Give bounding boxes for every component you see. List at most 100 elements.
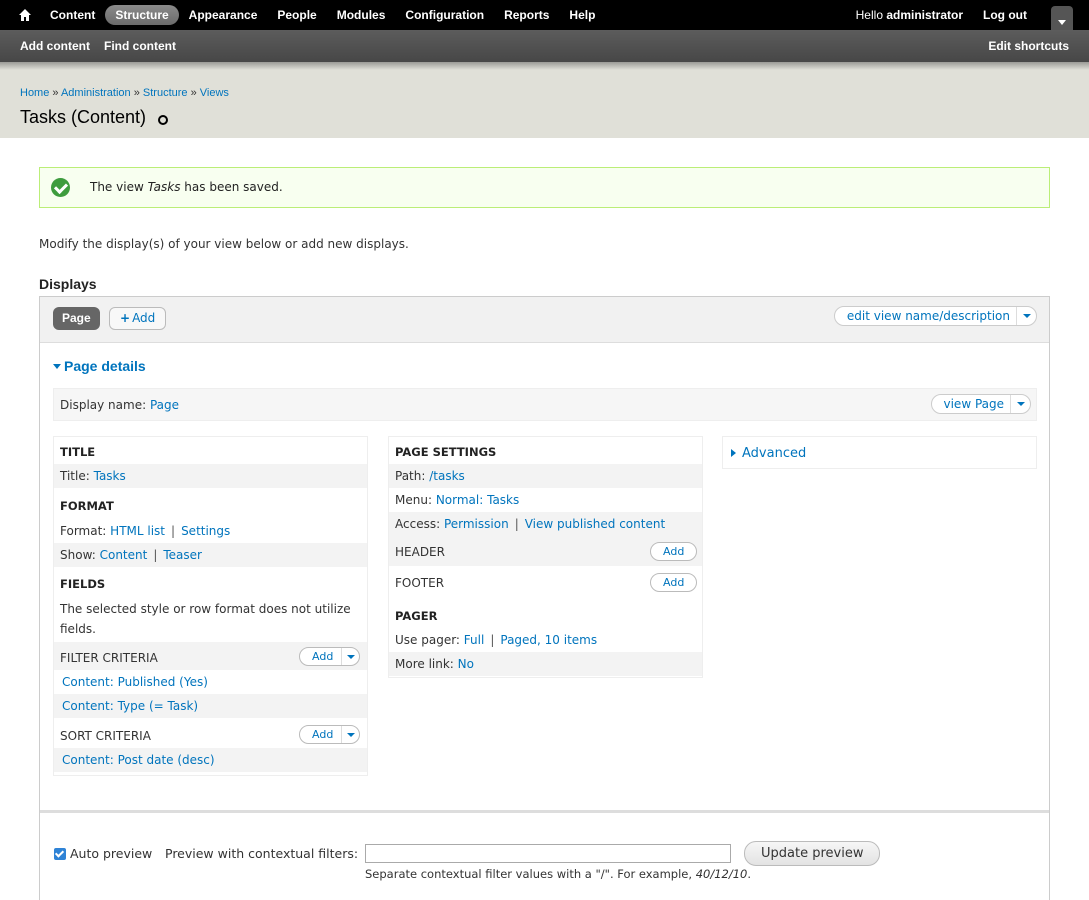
header-add-button[interactable]: Add xyxy=(650,542,698,561)
breadcrumb-structure[interactable]: Structure xyxy=(143,87,188,99)
show-label: Show: xyxy=(60,548,96,562)
toolbar-item-help[interactable]: Help xyxy=(559,5,605,25)
toolbar-item-modules[interactable]: Modules xyxy=(327,5,396,25)
show-teaser-link[interactable]: Teaser xyxy=(163,548,202,562)
show-row: Show: Content | Teaser xyxy=(54,543,367,567)
contextual-filters-description: Separate contextual filter values with a… xyxy=(365,867,751,881)
column-third: Advanced xyxy=(722,436,1037,469)
sort-heading: SORT CRITERIA xyxy=(60,729,151,743)
pager-row: Use pager: Full | Paged, 10 items xyxy=(389,628,702,652)
header-heading: HEADER xyxy=(395,545,445,559)
shortcut-add-content[interactable]: Add content xyxy=(20,39,90,53)
breadcrumb-views[interactable]: Views xyxy=(200,87,229,99)
sort-post-date-link[interactable]: Content: Post date (desc) xyxy=(62,753,215,767)
access-value-link[interactable]: Permission xyxy=(444,517,509,531)
triangle-right-icon xyxy=(731,449,736,457)
toolbar-item-appearance[interactable]: Appearance xyxy=(179,5,268,25)
displays-heading: Displays xyxy=(39,276,97,292)
checkbox-checked-icon[interactable] xyxy=(54,848,66,860)
toolbar-item-content[interactable]: Content xyxy=(40,5,105,25)
breadcrumb: Home » Administration » Structure » View… xyxy=(20,87,229,99)
view-page-label: view Page xyxy=(943,397,1005,411)
path-value-link[interactable]: /tasks xyxy=(429,469,465,483)
pager-value-link[interactable]: Full xyxy=(464,633,485,647)
caret-down-icon[interactable] xyxy=(341,726,359,743)
caret-down-icon[interactable] xyxy=(341,648,359,665)
advanced-label: Advanced xyxy=(742,446,807,461)
format-label: Format: xyxy=(60,524,107,538)
format-value-link[interactable]: HTML list xyxy=(110,524,165,538)
page-details-toggle[interactable]: Page details xyxy=(53,358,146,374)
title-value-link[interactable]: Tasks xyxy=(94,469,126,483)
home-icon[interactable] xyxy=(18,8,32,22)
hello-prefix: Hello xyxy=(855,8,887,22)
page-details-label: Page details xyxy=(64,358,146,374)
toolbar-item-configuration[interactable]: Configuration xyxy=(395,5,494,25)
advanced-toggle[interactable]: Advanced xyxy=(731,446,806,461)
toolbar-item-structure[interactable]: Structure xyxy=(105,5,179,25)
contextual-filters-input[interactable] xyxy=(365,844,731,863)
status-suffix: has been saved. xyxy=(180,180,283,194)
access-permission-link[interactable]: View published content xyxy=(525,517,665,531)
filter-add-button[interactable]: Add xyxy=(299,647,361,666)
edit-view-name-button[interactable]: edit view name/description xyxy=(833,306,1037,326)
display-tabs-bar: Page + Add edit view name/description xyxy=(40,297,1049,343)
filter-published-link[interactable]: Content: Published (Yes) xyxy=(62,675,208,689)
breadcrumb-home[interactable]: Home xyxy=(20,87,49,99)
menu-value-link[interactable]: Normal: Tasks xyxy=(436,493,519,507)
add-shortcut-icon[interactable] xyxy=(158,114,169,125)
title-row: Title: Tasks xyxy=(54,464,367,488)
auto-preview-label[interactable]: Auto preview xyxy=(70,846,152,861)
admin-toolbar: Content Structure Appearance People Modu… xyxy=(0,0,1089,32)
toolbar-user: Hello administrator Log out xyxy=(856,0,1073,32)
filter-add-label: Add xyxy=(312,650,334,663)
toolbar-item-reports[interactable]: Reports xyxy=(494,5,559,25)
display-name-link[interactable]: Page xyxy=(150,398,179,412)
ctx-desc-prefix: Separate contextual filter values with a… xyxy=(365,867,696,881)
breadcrumb-administration[interactable]: Administration xyxy=(61,87,131,99)
fields-note: The selected style or row format does no… xyxy=(54,599,367,639)
filter-item: Content: Published (Yes) xyxy=(54,670,367,694)
pager-items-link[interactable]: Paged, 10 items xyxy=(500,633,597,647)
sort-add-label: Add xyxy=(312,728,334,741)
separator: | xyxy=(153,548,158,562)
separator: | xyxy=(171,524,176,538)
breadcrumb-sep: » xyxy=(187,87,200,99)
separator: | xyxy=(514,517,519,531)
page-header: Home » Administration » Structure » View… xyxy=(0,70,1089,138)
toolbar-item-people[interactable]: People xyxy=(267,5,326,25)
display-name-label: Display name: xyxy=(60,398,147,412)
add-display-button[interactable]: + Add xyxy=(109,307,167,330)
update-preview-button[interactable]: Update preview xyxy=(744,841,881,866)
separator: | xyxy=(490,633,495,647)
edit-shortcuts-link[interactable]: Edit shortcuts xyxy=(988,39,1069,53)
sort-add-button[interactable]: Add xyxy=(299,725,361,744)
caret-down-icon[interactable] xyxy=(1016,307,1036,325)
display-box: Page + Add edit view name/description Pag… xyxy=(39,296,1050,900)
breadcrumb-sep: » xyxy=(130,87,143,99)
more-link-value[interactable]: No xyxy=(458,657,474,671)
status-text: The view Tasks has been saved. xyxy=(90,180,283,194)
status-prefix: The view xyxy=(90,180,148,194)
show-value-link[interactable]: Content xyxy=(100,548,148,562)
logout-link[interactable]: Log out xyxy=(983,8,1027,22)
view-page-button[interactable]: view Page xyxy=(930,394,1031,414)
toolbar-toggle-icon[interactable] xyxy=(1051,6,1073,32)
shortcut-find-content[interactable]: Find content xyxy=(104,39,176,53)
footer-row: FOOTER Add xyxy=(389,567,702,597)
preview-controls: Auto preview Preview with contextual fil… xyxy=(40,813,1049,900)
access-label: Access: xyxy=(395,517,441,531)
ctx-desc-suffix: . xyxy=(747,867,751,881)
triangle-down-icon xyxy=(53,364,61,369)
tab-page[interactable]: Page xyxy=(53,307,100,330)
caret-down-icon[interactable] xyxy=(1010,395,1030,413)
footer-add-button[interactable]: Add xyxy=(650,573,698,592)
username-link[interactable]: administrator xyxy=(886,8,963,22)
add-display-label: Add xyxy=(132,311,156,325)
ctx-desc-example: 40/12/10 xyxy=(695,867,748,881)
filter-type-link[interactable]: Content: Type (= Task) xyxy=(62,699,198,713)
title-label: Title: xyxy=(60,469,90,483)
format-settings-link[interactable]: Settings xyxy=(181,524,230,538)
hello-user: Hello administrator xyxy=(856,8,963,22)
column-second: PAGE SETTINGS Path: /tasks Menu: Normal:… xyxy=(388,436,703,678)
